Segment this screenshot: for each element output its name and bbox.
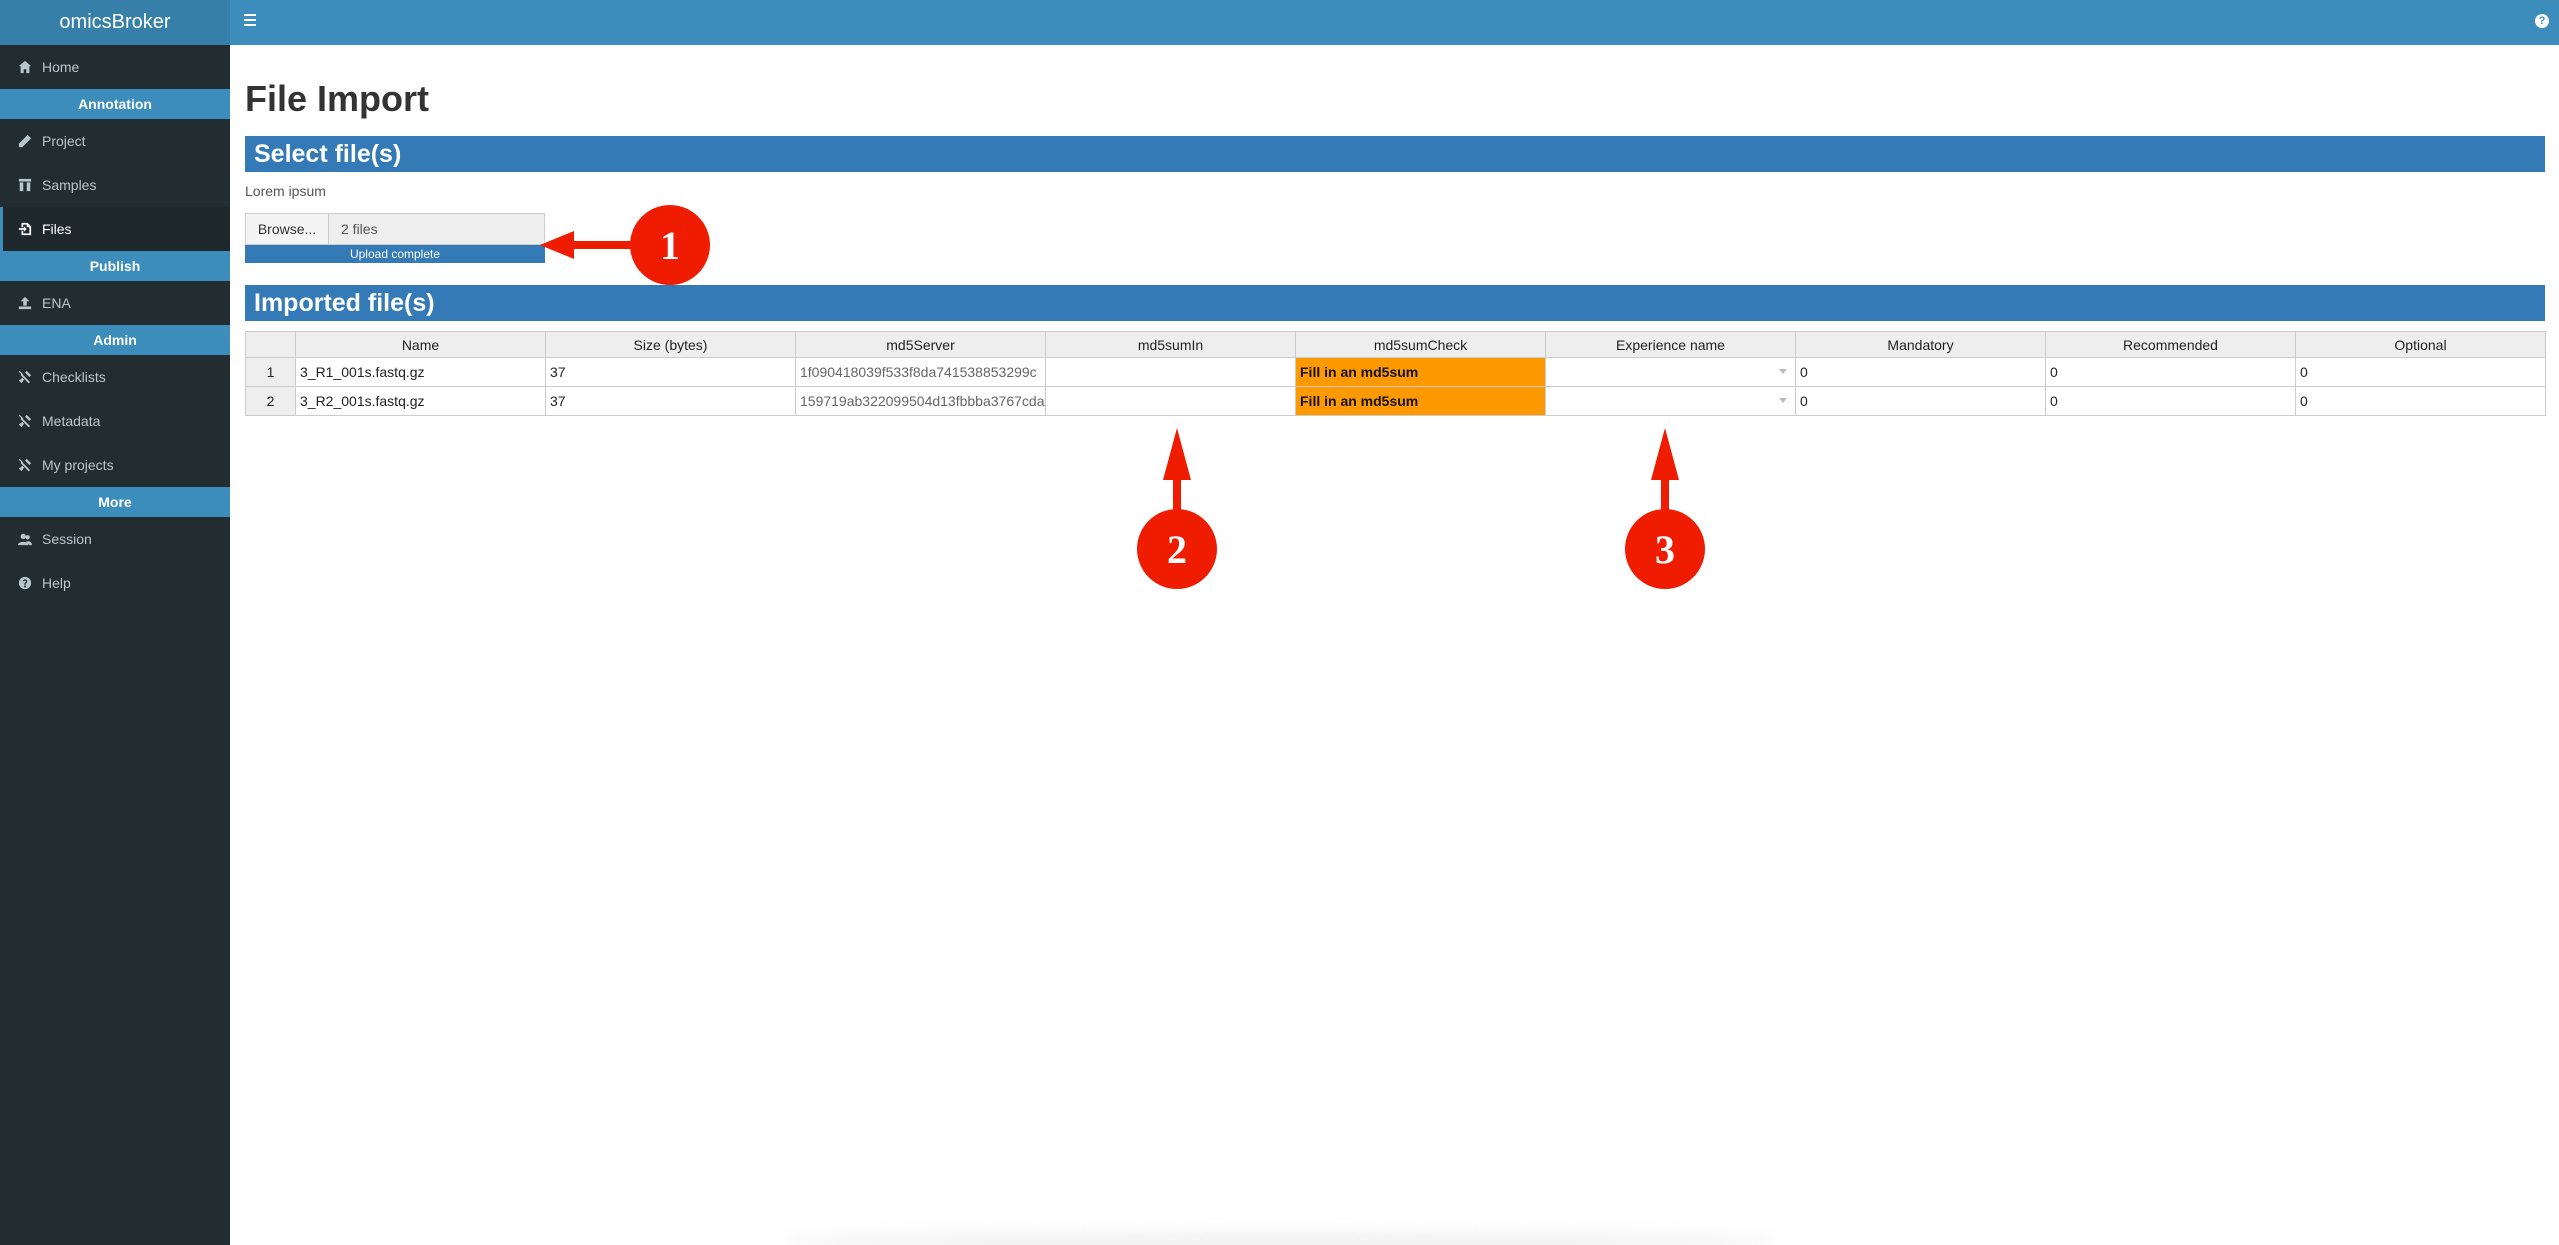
imported-files-table: Name Size (bytes) md5Server md5sumIn md5… (245, 331, 2546, 416)
sidebar-item-session[interactable]: Session (0, 517, 230, 561)
cell-recommended: 0 (2045, 386, 2296, 416)
tools-icon (18, 414, 42, 428)
sidebar-item-label: Files (42, 221, 72, 237)
upload-progress-bar: Upload complete (245, 245, 545, 263)
annotation-badge-2: 2 (1137, 509, 1217, 589)
sidebar-item-my-projects[interactable]: My projects (0, 443, 230, 487)
users-icon (18, 532, 42, 546)
bottom-shadow (780, 1232, 1780, 1245)
cell-name[interactable]: 3_R1_001s.fastq.gz (295, 357, 546, 387)
column-header-size[interactable]: Size (bytes) (545, 331, 796, 358)
annotation-arrow-2 (1163, 428, 1191, 518)
sidebar: omicsBroker Home Annotation Project Samp… (0, 0, 230, 1245)
column-header-md5sumcheck[interactable]: md5sumCheck (1295, 331, 1546, 358)
sidebar-item-label: Session (42, 531, 92, 547)
column-header-mandatory[interactable]: Mandatory (1795, 331, 2046, 358)
chevron-down-icon[interactable] (1779, 369, 1787, 374)
pencil-icon (18, 134, 42, 148)
cell-md5sumcheck: Fill in an md5sum (1295, 357, 1546, 387)
column-header-recommended[interactable]: Recommended (2045, 331, 2296, 358)
annotation-badge-3: 3 (1625, 509, 1705, 589)
cell-optional: 0 (2295, 386, 2546, 416)
sidebar-item-label: ENA (42, 295, 71, 311)
cell-mandatory: 0 (1795, 386, 2046, 416)
sidebar-header-more: More (0, 487, 230, 517)
app-logo[interactable]: omicsBroker (0, 0, 230, 45)
column-header-md5server[interactable]: md5Server (795, 331, 1046, 358)
column-header-experience[interactable]: Experience name (1545, 331, 1796, 358)
sidebar-item-help[interactable]: Help (0, 561, 230, 605)
sidebar-item-label: Samples (42, 177, 97, 193)
sidebar-item-label: Checklists (42, 369, 106, 385)
upload-progress-fill: Upload complete (245, 245, 545, 263)
app-root: omicsBroker Home Annotation Project Samp… (0, 0, 2559, 1245)
sidebar-item-label: My projects (42, 457, 114, 473)
flask-icon (18, 178, 42, 192)
home-icon (18, 60, 42, 74)
tools-icon (18, 370, 42, 384)
question-circle-icon (18, 576, 42, 590)
description-text: Lorem ipsum (245, 183, 326, 199)
question-circle-icon[interactable]: ? (2535, 14, 2549, 28)
top-navbar: ? (230, 0, 2559, 45)
sidebar-item-metadata[interactable]: Metadata (0, 399, 230, 443)
sidebar-item-home[interactable]: Home (0, 45, 230, 89)
cell-experience-dropdown[interactable] (1545, 357, 1796, 387)
sidebar-item-label: Help (42, 575, 71, 591)
chevron-down-icon[interactable] (1779, 398, 1787, 403)
upload-icon (18, 296, 42, 310)
sidebar-item-project[interactable]: Project (0, 119, 230, 163)
annotation-arrow-3 (1651, 428, 1679, 518)
select-files-header: Select file(s) (245, 136, 2545, 172)
hamburger-icon[interactable] (244, 14, 258, 28)
table-header-row: Name Size (bytes) md5Server md5sumIn md5… (245, 331, 2546, 358)
sidebar-item-checklists[interactable]: Checklists (0, 355, 230, 399)
sidebar-header-admin: Admin (0, 325, 230, 355)
row-number: 2 (245, 386, 296, 416)
annotation-badge-1: 1 (630, 205, 710, 285)
cell-experience-dropdown[interactable] (1545, 386, 1796, 416)
file-upload-widget: Browse... 2 files Upload complete (245, 213, 545, 263)
cell-md5sumcheck: Fill in an md5sum (1295, 386, 1546, 416)
sidebar-item-label: Project (42, 133, 86, 149)
cell-name[interactable]: 3_R2_001s.fastq.gz (295, 386, 546, 416)
sidebar-item-ena[interactable]: ENA (0, 281, 230, 325)
sidebar-header-publish: Publish (0, 251, 230, 281)
selected-files-field: 2 files (329, 213, 545, 245)
column-header-md5sumin[interactable]: md5sumIn (1045, 331, 1296, 358)
cell-md5sumin-input[interactable] (1045, 386, 1296, 416)
sidebar-item-samples[interactable]: Samples (0, 163, 230, 207)
cell-mandatory: 0 (1795, 357, 2046, 387)
cell-md5server: 1f090418039f533f8da741538853299c (795, 357, 1046, 387)
upload-status-text: Upload complete (349, 247, 441, 261)
cell-size[interactable]: 37 (545, 386, 796, 416)
cell-optional: 0 (2295, 357, 2546, 387)
column-header-name[interactable]: Name (295, 331, 546, 358)
column-header-index (245, 331, 296, 358)
cell-md5server: 159719ab322099504d13fbbba3767cda (795, 386, 1046, 416)
page-title: File Import (245, 78, 430, 119)
cell-md5sumin-input[interactable] (1045, 357, 1296, 387)
table-row: 1 3_R1_001s.fastq.gz 37 1f090418039f533f… (245, 357, 2546, 387)
sidebar-header-annotation: Annotation (0, 89, 230, 119)
annotation-arrow-1 (540, 231, 640, 259)
file-import-icon (18, 222, 42, 236)
imported-files-header: Imported file(s) (245, 285, 2545, 321)
tools-icon (18, 458, 42, 472)
table-row: 2 3_R2_001s.fastq.gz 37 159719ab32209950… (245, 386, 2546, 416)
sidebar-item-label: Home (42, 59, 80, 75)
column-header-optional[interactable]: Optional (2295, 331, 2546, 358)
sidebar-item-label: Metadata (42, 413, 101, 429)
sidebar-item-files[interactable]: Files (0, 207, 230, 251)
cell-size[interactable]: 37 (545, 357, 796, 387)
cell-recommended: 0 (2045, 357, 2296, 387)
row-number: 1 (245, 357, 296, 387)
browse-button[interactable]: Browse... (245, 213, 329, 245)
